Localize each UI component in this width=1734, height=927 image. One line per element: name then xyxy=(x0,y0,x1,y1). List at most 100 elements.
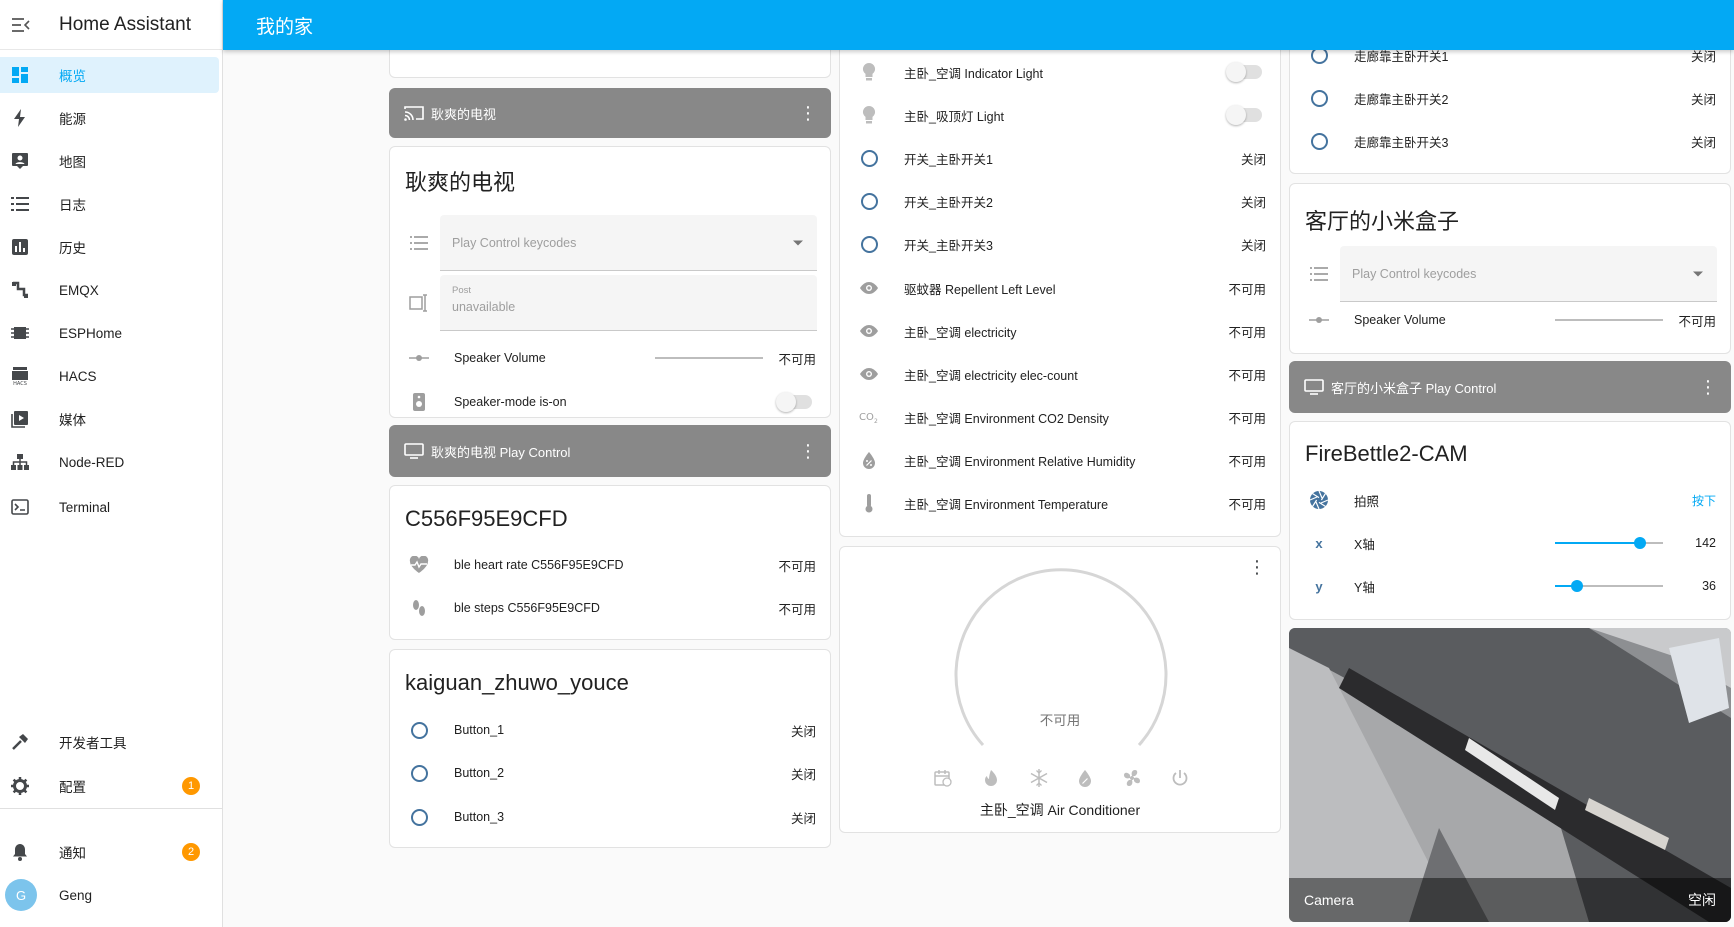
more-vert-icon[interactable]: ⋮ xyxy=(799,104,817,122)
entity-state: 不可用 xyxy=(1228,454,1266,469)
entity-state: 关闭 xyxy=(1240,152,1266,167)
sidebar-item-overview[interactable]: 概览 xyxy=(0,57,219,93)
entity-row-keycodes: Play Control keycodes xyxy=(1290,246,1730,302)
entity-row[interactable]: Button_1 关闭 xyxy=(390,712,830,748)
field-value: unavailable xyxy=(452,300,516,314)
water-percent-icon[interactable] xyxy=(1078,769,1092,792)
entity-row[interactable]: 走廊靠主卧开关3 关闭 xyxy=(1290,123,1730,159)
entity-row[interactable]: 主卧_空调 Environment Temperature 不可用 xyxy=(840,485,1280,521)
entity-row[interactable]: 走廊靠主卧开关2 关闭 xyxy=(1290,80,1730,116)
entity-row-speaker-volume: Speaker Volume 不可用 xyxy=(390,340,830,376)
volume-slider[interactable] xyxy=(655,357,763,359)
sidebar-item-label: 媒体 xyxy=(59,413,86,428)
entity-row-x-axis: x X轴 142 xyxy=(1290,525,1730,561)
sidebar-item-map[interactable]: 地图 xyxy=(0,143,219,179)
sidebar: Home Assistant 概览 能源 地图 日志 历史 EMQX ESPHo… xyxy=(0,0,223,927)
eye-icon xyxy=(858,363,880,385)
entity-name: 主卧_空调 Environment Relative Humidity xyxy=(904,454,1136,469)
entity-row[interactable]: 主卧_空调 Environment Relative Humidity 不可用 xyxy=(840,442,1280,478)
sidebar-item-media[interactable]: 媒体 xyxy=(0,401,219,437)
media-control-bar-tv-play[interactable]: 耿爽的电视 Play Control ⋮ xyxy=(389,425,831,477)
entity-state: 关闭 xyxy=(1690,135,1716,150)
fan-icon[interactable] xyxy=(1123,769,1141,792)
menu-toggle-icon[interactable] xyxy=(10,14,32,36)
speaker-icon xyxy=(408,391,430,413)
keycodes-select[interactable]: Play Control keycodes xyxy=(1340,246,1717,302)
sidebar-item-hacs[interactable]: HACS HACS xyxy=(0,358,219,394)
entity-row[interactable]: 开关_主卧开关2 关闭 xyxy=(840,183,1280,219)
entity-row-speaker-mode: Speaker-mode is-on xyxy=(390,384,830,417)
slider-icon xyxy=(1308,309,1330,331)
sidebar-item-label: Node-RED xyxy=(59,454,125,470)
sidebar-item-terminal[interactable]: Terminal xyxy=(0,489,219,525)
entity-name: Button_3 xyxy=(454,810,505,824)
entity-name: Speaker Volume xyxy=(1354,313,1446,327)
sidebar-header: Home Assistant xyxy=(0,0,222,50)
keycodes-select[interactable]: Play Control keycodes xyxy=(440,215,817,271)
entity-name: 拍照 xyxy=(1354,494,1380,509)
entity-row[interactable]: 主卧_吸顶灯 Light xyxy=(840,97,1280,133)
y-axis-slider-knob[interactable] xyxy=(1571,580,1583,592)
post-text-field[interactable]: Post unavailable xyxy=(440,275,817,331)
media-control-bar-tv[interactable]: 耿爽的电视 ⋮ xyxy=(389,88,831,138)
sidebar-item-notifications[interactable]: 通知 2 xyxy=(0,834,219,870)
snowflake-icon[interactable] xyxy=(1030,769,1048,792)
sidebar-item-history[interactable]: 历史 xyxy=(0,229,219,265)
entity-row[interactable]: 开关_主卧开关1 关闭 xyxy=(840,140,1280,176)
water-percent-icon xyxy=(858,449,880,471)
chart-bar-icon xyxy=(10,237,30,257)
calendar-sync-icon[interactable] xyxy=(934,769,952,792)
sidebar-item-emqx[interactable]: EMQX xyxy=(0,272,219,308)
axis-y-icon: y xyxy=(1315,578,1323,594)
card-title: kaiguan_zhuwo_youce xyxy=(405,670,629,695)
media-control-title: 客厅的小米盒子 Play Control xyxy=(1331,380,1497,396)
user-name: Geng xyxy=(59,887,93,903)
entity-row[interactable]: Button_3 关闭 xyxy=(390,799,830,835)
entity-row[interactable]: CO 2 主卧_空调 Environment CO2 Density 不可用 xyxy=(840,399,1280,435)
sidebar-item-label: 通知 xyxy=(59,846,86,861)
sidebar-item-config[interactable]: 配置 1 xyxy=(0,768,219,804)
sidebar-item-logbook[interactable]: 日志 xyxy=(0,186,219,222)
svg-text:2: 2 xyxy=(874,418,878,424)
light-toggle[interactable] xyxy=(1226,105,1262,125)
entity-row[interactable]: 开关_主卧开关3 关闭 xyxy=(840,226,1280,262)
entity-row[interactable]: ble steps C556F95E9CFD 不可用 xyxy=(390,590,830,626)
entity-name: Speaker Volume xyxy=(454,351,546,365)
sidebar-item-esphome[interactable]: ESPHome xyxy=(0,315,219,351)
entity-row[interactable]: ble heart rate C556F95E9CFD 不可用 xyxy=(390,547,830,583)
media-control-bar-xiaomi[interactable]: 客厅的小米盒子 Play Control ⋮ xyxy=(1289,361,1731,413)
entities-card-bedroom: 主卧_空调 Indicator Light 主卧_吸顶灯 Light 开关_主卧… xyxy=(839,30,1281,537)
hacs-icon: HACS xyxy=(10,366,30,386)
chevron-down-icon xyxy=(793,240,803,245)
entity-row[interactable]: 主卧_空调 Indicator Light xyxy=(840,54,1280,90)
entity-row[interactable]: Button_2 关闭 xyxy=(390,755,830,791)
x-axis-slider-knob[interactable] xyxy=(1634,537,1646,549)
entity-row[interactable]: 驱蚊器 Repellent Left Level 不可用 xyxy=(840,270,1280,306)
entity-row[interactable]: 主卧_空调 electricity 不可用 xyxy=(840,313,1280,349)
sidebar-item-label: 历史 xyxy=(59,241,86,256)
sidebar-item-node-red[interactable]: Node-RED xyxy=(0,444,219,480)
sidebar-item-developer-tools[interactable]: 开发者工具 xyxy=(0,724,219,760)
more-vert-icon[interactable]: ⋮ xyxy=(1699,378,1717,396)
entity-row[interactable]: 主卧_空调 electricity elec-count 不可用 xyxy=(840,356,1280,392)
speaker-mode-toggle[interactable] xyxy=(776,392,812,412)
sidebar-item-label: 配置 xyxy=(59,780,86,795)
sitemap-icon xyxy=(10,452,30,472)
more-vert-icon[interactable]: ⋮ xyxy=(1248,557,1266,578)
entity-name: 驱蚊器 Repellent Left Level xyxy=(904,282,1056,297)
emqx-icon xyxy=(10,280,30,300)
power-icon[interactable] xyxy=(1172,769,1188,792)
camera-picture-card[interactable]: Camera 空闲 xyxy=(1289,628,1731,922)
more-vert-icon[interactable]: ⋮ xyxy=(799,442,817,460)
fire-icon[interactable] xyxy=(983,769,999,792)
sidebar-item-energy[interactable]: 能源 xyxy=(0,100,219,136)
press-button[interactable]: 按下 xyxy=(1692,492,1716,509)
format-list-icon xyxy=(1308,263,1330,285)
light-toggle[interactable] xyxy=(1226,62,1262,82)
page-title: 我的家 xyxy=(256,16,314,38)
volume-slider[interactable] xyxy=(1555,319,1663,321)
sidebar-item-user[interactable]: G Geng xyxy=(0,877,219,913)
entity-state: 36 xyxy=(1702,579,1716,593)
entity-name: Y轴 xyxy=(1354,580,1375,595)
play-box-icon xyxy=(10,409,30,429)
